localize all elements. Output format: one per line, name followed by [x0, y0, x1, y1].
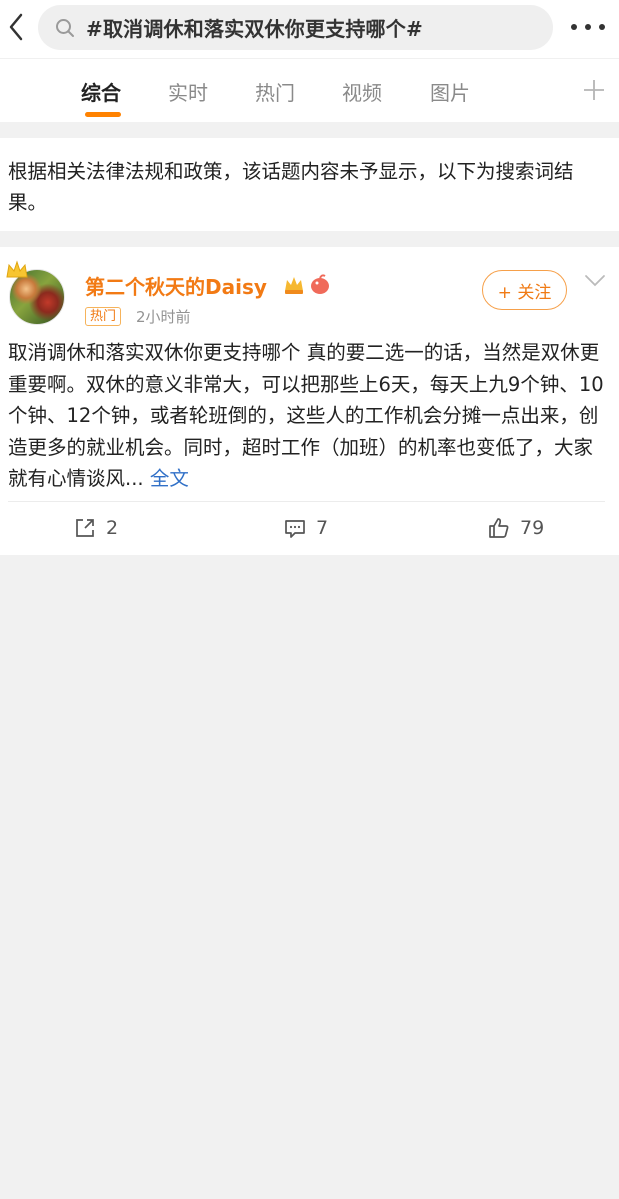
post-time: 2小时前: [136, 308, 191, 326]
active-tab-indicator: [85, 112, 121, 117]
search-query: #取消调休和落实双休你更支持哪个#: [86, 17, 423, 41]
tab-realtime[interactable]: 实时: [168, 77, 208, 106]
username[interactable]: 第二个秋天的Daisy: [85, 271, 267, 300]
like-button[interactable]: 79: [487, 516, 544, 540]
chevron-down-icon[interactable]: [584, 274, 606, 288]
comment-count: 7: [316, 517, 329, 539]
vip-badge-icon: [285, 277, 303, 294]
like-count: 79: [520, 517, 545, 539]
hot-tag: 热门: [85, 307, 122, 326]
full-text-link[interactable]: 全文: [150, 467, 189, 490]
crown-icon: [6, 260, 28, 278]
repost-count: 2: [106, 517, 119, 539]
chick-badge-icon: [311, 274, 329, 294]
repost-button[interactable]: 2: [73, 516, 118, 540]
post-card: 第二个秋天的Daisy 热门 2小时前 + 关注 取消调休和落实双休你更支持哪个…: [0, 247, 619, 555]
search-icon: [56, 18, 74, 37]
tab-bar: 综合 实时 热门 视频 图片: [0, 58, 619, 122]
comment-icon: [285, 520, 305, 538]
tab-hot[interactable]: 热门: [255, 77, 295, 106]
follow-button[interactable]: + 关注: [482, 270, 567, 310]
action-bar: 2 7 79: [0, 502, 619, 555]
back-arrow-icon[interactable]: [4, 11, 28, 43]
search-input[interactable]: #取消调休和落实双休你更支持哪个#: [38, 5, 553, 50]
post-text: 取消调休和落实双休你更支持哪个 真的要二选一的话，当然是双休更重要啊。双休的意义…: [8, 341, 604, 490]
more-icon[interactable]: [571, 16, 605, 38]
add-tab-icon[interactable]: [583, 79, 605, 101]
post-body: 取消调休和落实双休你更支持哪个 真的要二选一的话，当然是双休更重要啊。双休的意义…: [8, 337, 611, 495]
repost-icon: [76, 519, 94, 537]
tab-comprehensive[interactable]: 综合: [81, 77, 121, 106]
like-icon: [489, 518, 509, 538]
content-hidden-notice: 根据相关法律法规和政策，该话题内容未予显示，以下为搜索词结果。: [0, 138, 619, 231]
comment-button[interactable]: 7: [283, 516, 328, 540]
tab-images[interactable]: 图片: [430, 77, 470, 106]
tab-video[interactable]: 视频: [342, 77, 382, 106]
top-bar: #取消调休和落实双休你更支持哪个#: [0, 0, 619, 58]
avatar[interactable]: [5, 255, 67, 325]
